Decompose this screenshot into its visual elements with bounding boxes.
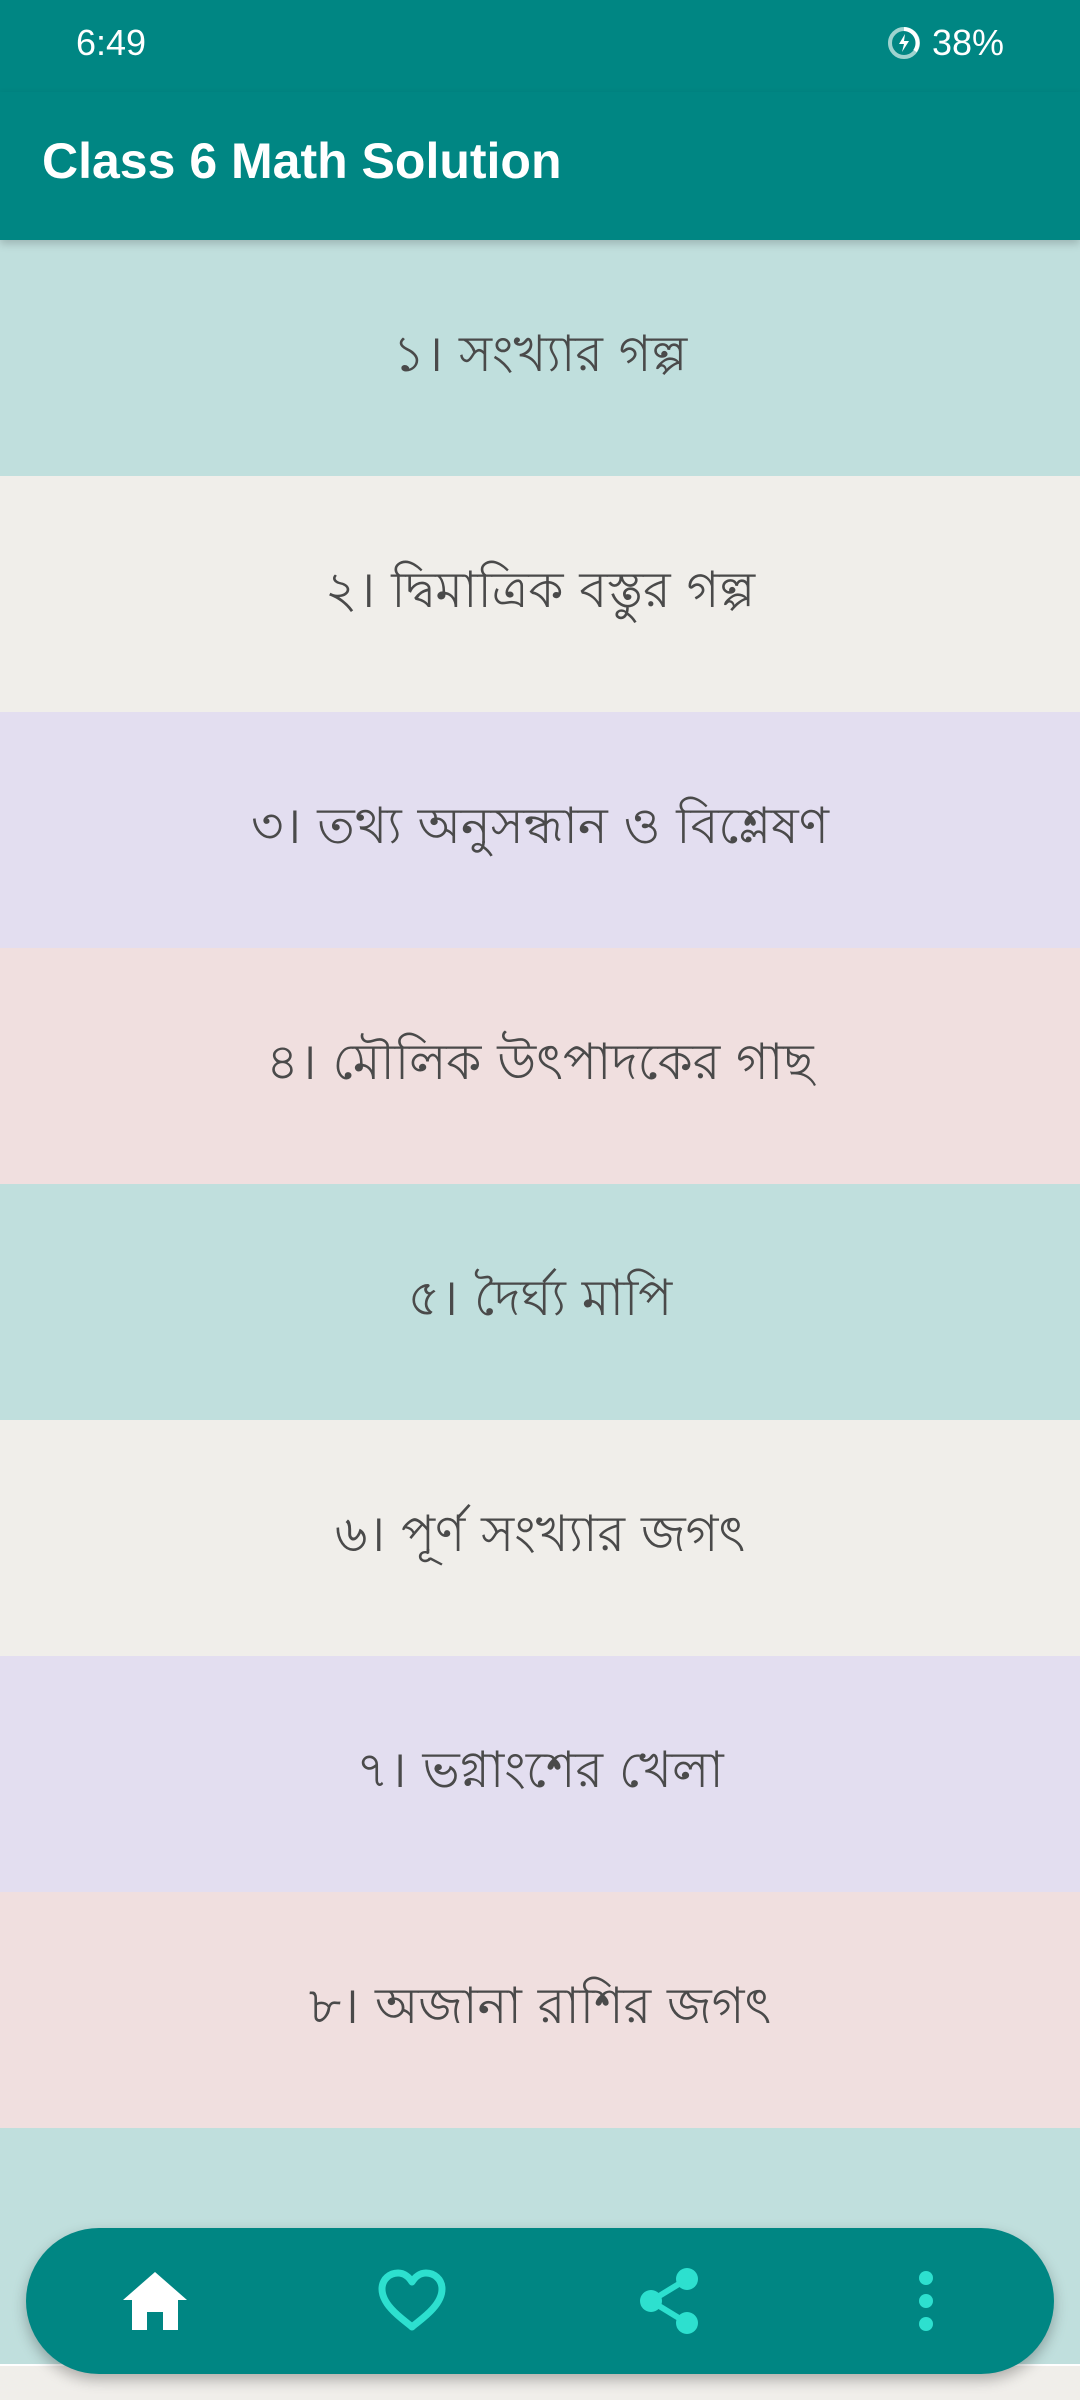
chapter-label: ১। সংখ্যার গল্প — [392, 324, 688, 383]
chapter-item-8[interactable]: ৮। অজানা রাশির জগৎ — [0, 1892, 1080, 2128]
chapter-label: ৭। ভগ্নাংশের খেলা — [356, 1740, 724, 1799]
status-bar: 6:49 38% — [0, 0, 1080, 92]
chapter-item-5[interactable]: ৫। দৈর্ঘ্য মাপি — [0, 1184, 1080, 1420]
app-screen: 6:49 38% Class 6 Math Solution ১। সংখ্যা… — [0, 0, 1080, 2400]
chapter-item-6[interactable]: ৬। পূর্ণ সংখ্যার জগৎ — [0, 1420, 1080, 1656]
home-icon — [122, 2272, 187, 2330]
favorite-button[interactable] — [337, 2228, 487, 2374]
chapter-item-4[interactable]: ৪। মৌলিক উৎপাদকের গাছ — [0, 948, 1080, 1184]
status-right: 38% — [886, 22, 1004, 64]
chapter-item-3[interactable]: ৩। তথ্য অনুসন্ধান ও বিশ্লেষণ — [0, 712, 1080, 948]
status-time: 6:49 — [76, 22, 147, 63]
chapter-item-1[interactable]: ১। সংখ্যার গল্প — [0, 240, 1080, 476]
home-button[interactable] — [80, 2228, 230, 2374]
app-title: Class 6 Math Solution — [42, 133, 562, 189]
battery-percent: 38% — [931, 22, 1004, 63]
chapter-item-2[interactable]: ২। দ্বিমাত্রিক বস্তুর গল্প — [0, 476, 1080, 712]
more-options-button[interactable] — [851, 2228, 1001, 2374]
chapter-label: ৫। দৈর্ঘ্য মাপি — [407, 1268, 673, 1327]
chapter-label: ৮। অজানা রাশির জগৎ — [308, 1976, 772, 2035]
bottom-nav — [26, 2228, 1054, 2374]
share-icon — [639, 2268, 698, 2334]
chapter-label: ৩। তথ্য অনুসন্ধান ও বিশ্লেষণ — [251, 796, 829, 855]
chapter-label: ৬। পূর্ণ সংখ্যার জগৎ — [334, 1504, 746, 1563]
more-vert-icon — [918, 2271, 933, 2331]
battery-saver-icon — [886, 25, 922, 61]
chapter-list: ১। সংখ্যার গল্প ২। দ্বিমাত্রিক বস্তুর গল… — [0, 240, 1080, 2364]
chapter-item-7[interactable]: ৭। ভগ্নাংশের খেলা — [0, 1656, 1080, 1892]
share-button[interactable] — [594, 2228, 744, 2374]
app-bar: Class 6 Math Solution — [0, 92, 1080, 240]
chapter-label: ২। দ্বিমাত্রিক বস্তুর গল্প — [324, 560, 756, 619]
heart-icon — [378, 2269, 445, 2331]
chapter-label: ৪। মৌলিক উৎপাদকের গাছ — [266, 1032, 814, 1091]
